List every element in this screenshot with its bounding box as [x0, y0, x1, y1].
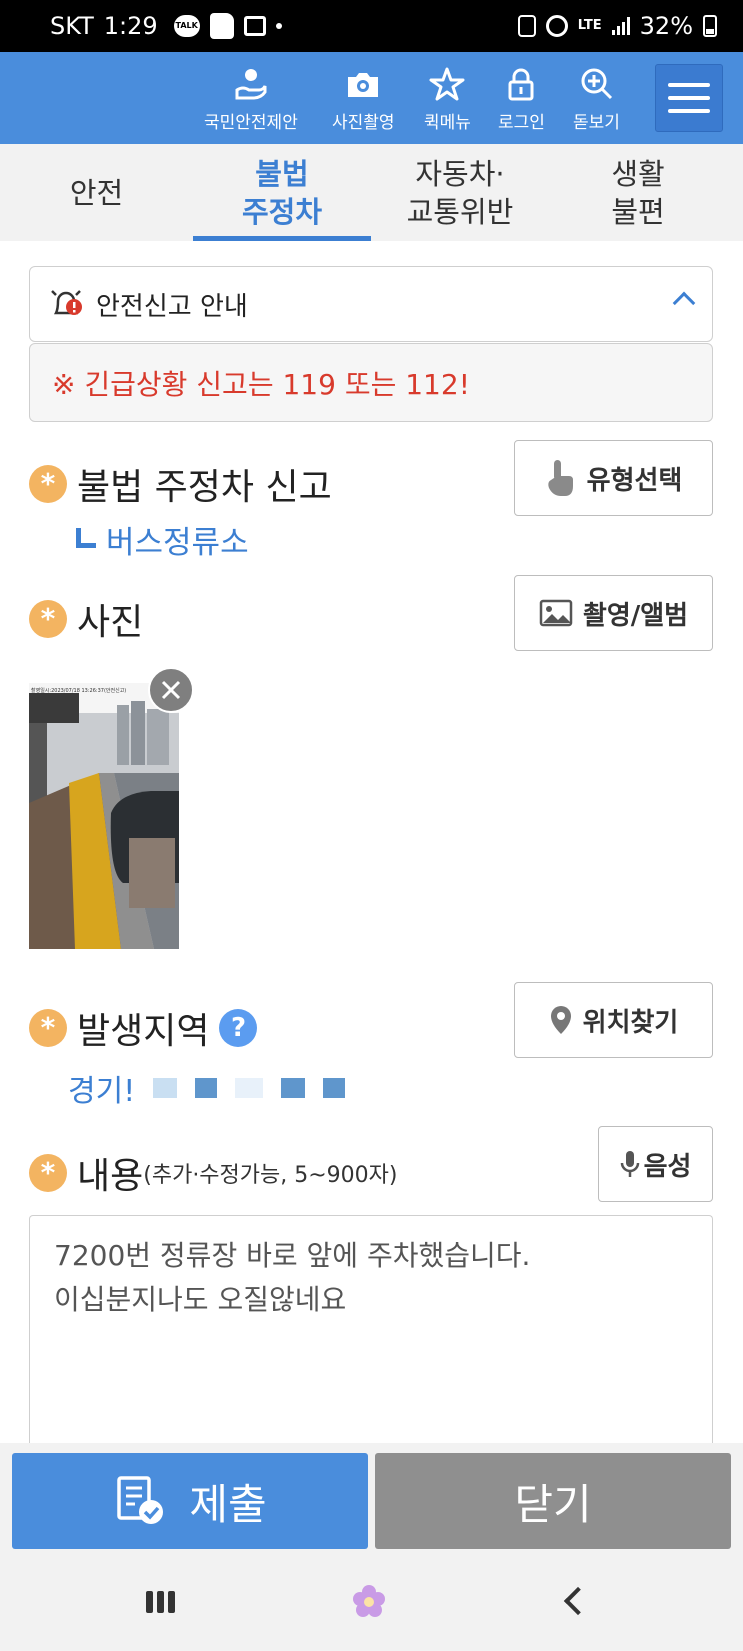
- lock-icon: [508, 68, 534, 101]
- signal-strength-icon: [611, 17, 630, 35]
- required-asterisk-icon: *: [29, 465, 67, 503]
- emergency-alert: ※ 긴급상황 신고는 119 또는 112!: [29, 343, 713, 422]
- flower-home-icon: [353, 1585, 385, 1617]
- chevron-up-icon: [672, 291, 696, 315]
- category-tabs: 안전 불법 주정차 자동차· 교통위반 생활 불편: [0, 144, 743, 241]
- header-item-login[interactable]: 로그인: [498, 66, 545, 138]
- header-item-quick-menu[interactable]: 퀵메뉴: [424, 66, 471, 138]
- home-button[interactable]: [351, 1583, 387, 1623]
- required-asterisk-icon: *: [29, 600, 67, 638]
- camera-icon: [348, 73, 379, 97]
- region-section: * 발생지역 ?: [29, 1002, 258, 1054]
- back-chevron-icon[interactable]: [563, 1586, 593, 1616]
- redacted-address-block: [323, 1078, 346, 1098]
- find-location-label: 위치찾기: [582, 1007, 679, 1038]
- voice-input-label: 음성: [643, 1151, 692, 1182]
- content-title: 내용: [77, 1156, 144, 1197]
- hand-heart-icon: [235, 69, 267, 100]
- kakaotalk-notification-icon: TALK: [173, 15, 200, 37]
- alarm-bell-icon: [51, 290, 82, 315]
- sub-item-corner-icon: [76, 527, 96, 548]
- network-type-label: LTE: [577, 18, 602, 33]
- app-notification-icon: [209, 13, 234, 39]
- redacted-address-block: [235, 1078, 264, 1098]
- close-button[interactable]: 닫기: [375, 1453, 731, 1549]
- photo-title: 사진: [77, 602, 144, 643]
- header-item-photo[interactable]: 사진촬영: [332, 66, 395, 138]
- street-photo-image: 촬영일시:2023/07/18 13:26:37(안전신고): [29, 683, 179, 949]
- header-item-label: 돋보기: [573, 113, 620, 133]
- selected-type: 버스정류소: [76, 517, 249, 562]
- report-type-section: * 불법 주정차 신고: [29, 458, 332, 510]
- region-value-text: 경기!: [68, 1074, 136, 1109]
- select-type-label: 유형선택: [586, 465, 683, 496]
- clock-label: 1:29: [103, 12, 158, 40]
- close-label: 닫기: [514, 1479, 592, 1529]
- redacted-address-block: [195, 1078, 218, 1098]
- star-icon: [429, 67, 465, 101]
- report-type-title: 불법 주정차 신고: [77, 467, 332, 508]
- content-hint: (추가·수정가능, 5~900자): [143, 1163, 398, 1188]
- header-item-label: 로그인: [498, 113, 545, 133]
- region-value: 경기!: [68, 1066, 346, 1110]
- tab-illegal-parking[interactable]: 불법 주정차: [193, 144, 371, 241]
- find-location-button[interactable]: 위치찾기: [514, 982, 713, 1058]
- required-asterisk-icon: *: [29, 1154, 67, 1192]
- redacted-address-block: [281, 1078, 306, 1098]
- header-item-label: 퀵메뉴: [424, 113, 471, 133]
- remove-photo-button[interactable]: [148, 667, 194, 713]
- region-title: 발생지역: [77, 1011, 210, 1052]
- image-icon: [539, 599, 573, 627]
- camera-album-label: 촬영/앨범: [582, 600, 689, 631]
- select-type-button[interactable]: 유형선택: [514, 440, 713, 516]
- header-item-label: 국민안전제안: [204, 113, 298, 133]
- help-icon[interactable]: ?: [219, 1009, 258, 1047]
- header-item-safety-proposal[interactable]: 국민안전제안: [204, 66, 298, 138]
- submit-label: 제출: [189, 1479, 267, 1529]
- camera-album-button[interactable]: 촬영/앨범: [514, 575, 713, 651]
- photo-caption: 촬영일시:2023/07/18 13:26:37(안전신고): [31, 687, 126, 694]
- selected-type-label: 버스정류소: [106, 525, 249, 561]
- photo-section: * 사진: [29, 593, 143, 645]
- hamburger-menu-button[interactable]: [655, 64, 723, 132]
- content-textarea[interactable]: 7200번 정류장 바로 앞에 주차했습니다. 이십분지나도 오질않네요: [29, 1215, 713, 1445]
- close-icon: [161, 680, 181, 700]
- document-check-icon: [117, 1476, 164, 1524]
- location-pin-icon: [550, 1006, 571, 1034]
- touch-hand-icon: [547, 460, 573, 496]
- tab-safety[interactable]: 안전: [0, 144, 193, 241]
- guide-title: 안전신고 안내: [96, 291, 248, 322]
- carrier-label: SKT: [50, 12, 94, 40]
- required-asterisk-icon: *: [29, 1009, 67, 1047]
- gallery-notification-icon: [243, 16, 266, 36]
- microphone-icon: [620, 1151, 639, 1177]
- system-navigation-bar: [0, 1561, 743, 1651]
- recycle-status-icon: [517, 15, 536, 37]
- tab-living-inconvenience[interactable]: 생활 불편: [549, 144, 727, 241]
- more-notifications-dot: [275, 23, 282, 29]
- content-section: * 내용 (추가·수정가능, 5~900자): [29, 1147, 398, 1199]
- header-item-label: 사진촬영: [332, 113, 395, 133]
- voice-input-button[interactable]: 음성: [598, 1126, 713, 1202]
- submit-button[interactable]: 제출: [12, 1453, 368, 1549]
- battery-percent-label: 32%: [639, 12, 693, 40]
- hamburger-menu-icon: [668, 83, 710, 87]
- header-item-magnifier[interactable]: 돋보기: [573, 66, 620, 138]
- attached-photo-thumbnail[interactable]: 촬영일시:2023/07/18 13:26:37(안전신고): [29, 683, 179, 949]
- tab-vehicle-traffic-violation[interactable]: 자동차· 교통위반: [371, 144, 549, 241]
- alarm-icon: [545, 15, 568, 37]
- magnifier-plus-icon: [581, 68, 613, 100]
- recent-apps-icon[interactable]: [146, 1591, 175, 1613]
- status-bar: SKT 1:29 TALK LTE 32%: [0, 0, 743, 52]
- redacted-address-block: [153, 1078, 178, 1098]
- battery-icon: [703, 15, 717, 37]
- app-header: 국민안전제안 사진촬영 퀵메뉴 로그인 돋보기: [0, 52, 743, 144]
- emergency-alert-text: ※ 긴급상황 신고는 119 또는 112!: [52, 367, 470, 401]
- safety-guide-toggle[interactable]: 안전신고 안내: [29, 266, 713, 342]
